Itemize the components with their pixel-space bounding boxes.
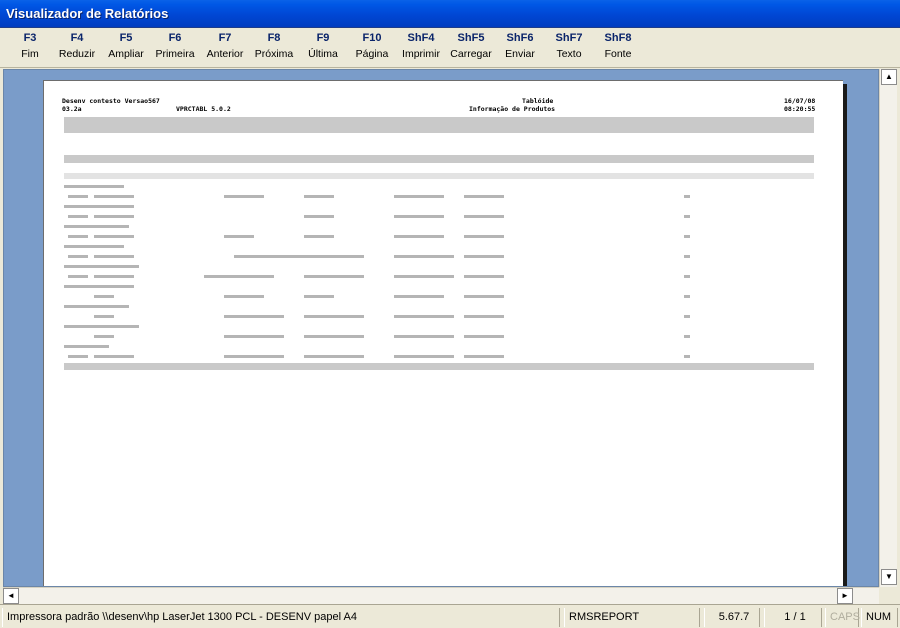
report-period-band: [64, 173, 814, 179]
horizontal-scrollbar[interactable]: ◄ ►: [3, 587, 879, 604]
report-data-row: [64, 185, 124, 189]
report-totals-band: [64, 363, 814, 370]
report-data-row: [64, 205, 134, 209]
report-group-band: [64, 155, 814, 163]
report-data-row: [64, 315, 704, 319]
report-data-row: [64, 195, 704, 199]
fkey-shf8-fonte[interactable]: ShF8 Fonte: [588, 32, 648, 60]
vertical-scrollbar[interactable]: ▲ ▼: [879, 69, 897, 587]
report-data-row: [64, 305, 129, 309]
report-data-row: [64, 325, 139, 329]
report-time: 08:20:55: [784, 105, 816, 113]
status-num: NUM: [861, 608, 898, 627]
fkey-label: Fonte: [604, 48, 632, 60]
report-data-row: [64, 355, 704, 359]
report-data-row: [64, 265, 139, 269]
report-date: 16/07/08: [784, 97, 816, 105]
report-company: Desenv contesto Versao567: [62, 97, 160, 105]
status-pages: 1 / 1: [764, 608, 822, 627]
arrow-right-icon[interactable]: ►: [837, 588, 853, 604]
report-data-row: [64, 215, 704, 219]
function-key-toolbar: F3 Fim F4 Reduzir F5 Ampliar F6 Primeira F7 A…: [0, 28, 900, 68]
report-data-row: [64, 295, 704, 299]
page-shadow: [843, 84, 847, 586]
report-data-row: [64, 345, 124, 349]
report-data-row: [64, 245, 124, 249]
title-bar: Visualizador de Relatórios: [0, 0, 900, 28]
report-data-row: [64, 235, 704, 239]
window-title: Visualizador de Relatórios: [6, 6, 169, 21]
report-program: VPRCTABL 5.0.2: [176, 105, 231, 113]
report-data-row: [64, 225, 129, 229]
report-data-row: [64, 255, 704, 259]
report-data-row: [64, 275, 704, 279]
vertical-scroll-thumb[interactable]: [881, 86, 897, 566]
report-page: Desenv contesto Versao567 03.2a VPRCTABL…: [43, 80, 843, 586]
arrow-down-icon[interactable]: ▼: [881, 569, 897, 585]
report-data-row: [64, 335, 704, 339]
arrow-left-icon[interactable]: ◄: [3, 588, 19, 604]
fkey-key: ShF8: [604, 32, 632, 44]
status-version: 5.67.7: [704, 608, 760, 627]
status-bar: Impressora padrão \\desenv\hp LaserJet 1…: [0, 604, 900, 628]
report-column-header: [64, 117, 814, 133]
status-module: RMSREPORT: [564, 608, 700, 627]
report-data-row: [64, 285, 134, 289]
report-subtitle: Informação de Produtos: [469, 105, 556, 113]
report-title: Tablóide: [522, 97, 554, 105]
report-viewport[interactable]: Desenv contesto Versao567 03.2a VPRCTABL…: [3, 69, 879, 587]
report-viewer-window: Visualizador de Relatórios F3 Fim F4 Reduz…: [0, 0, 900, 628]
arrow-up-icon[interactable]: ▲: [881, 69, 897, 85]
status-printer: Impressora padrão \\desenv\hp LaserJet 1…: [2, 608, 560, 627]
status-caps: CAPS: [825, 608, 860, 627]
report-code: 03.2a: [62, 105, 82, 113]
